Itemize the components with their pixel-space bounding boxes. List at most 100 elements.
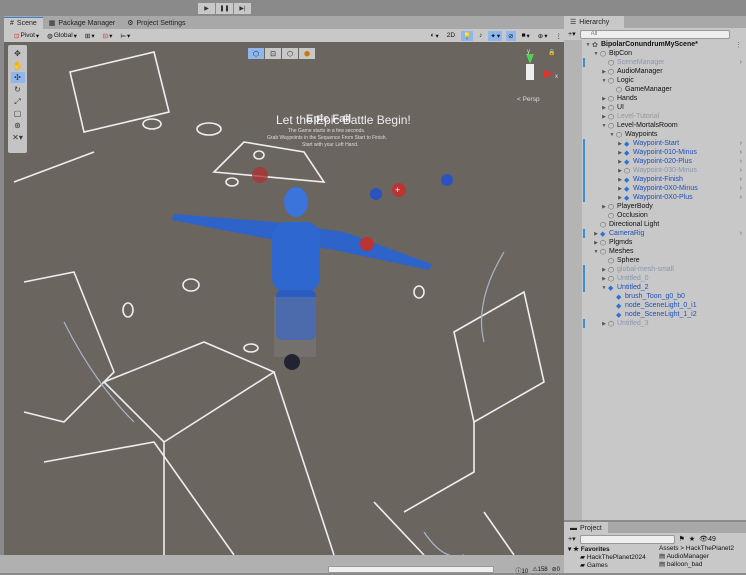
orientation-gizmo[interactable]: y x 🔒 <box>526 48 558 80</box>
hierarchy-item[interactable]: ▶ ⬡ Waypoint-030-Minus › <box>564 166 746 175</box>
gizmos-dropdown[interactable]: ⊕ ▾ <box>536 31 550 41</box>
expand-arrow-icon[interactable]: ▶ <box>600 267 608 273</box>
expand-arrow-icon[interactable]: ▶ <box>600 276 608 282</box>
tab-scene[interactable]: # Scene <box>4 17 43 29</box>
hierarchy-item[interactable]: ▶ ⬡ Untitled_3 <box>564 319 746 328</box>
hierarchy-item[interactable]: ▼ ⬡ Level-MortalsRoom <box>564 121 746 130</box>
hierarchy-item[interactable]: ▶ ⬡ Hands <box>564 94 746 103</box>
scene-view[interactable]: + Let the Epic Battle Begin! Epic Fail T… <box>4 42 564 555</box>
star-icon[interactable]: ★ <box>689 535 695 543</box>
custom-tool-icon[interactable]: ✕▾ <box>11 132 25 143</box>
expand-arrow-icon[interactable]: ▶ <box>600 69 608 75</box>
chevron-right-icon[interactable]: › <box>740 176 742 183</box>
draw-mode-dropdown[interactable]: ◐ ▾ <box>429 31 441 41</box>
hierarchy-item[interactable]: ⬡ Occlusion <box>564 211 746 220</box>
hierarchy-item[interactable]: ▶ ⬡ Level-Tutorial <box>564 112 746 121</box>
add-button[interactable]: +▾ <box>568 535 576 543</box>
hierarchy-item[interactable]: ▶ ◆ Waypoint-0X0-Plus › <box>564 193 746 202</box>
asset-item[interactable]: ▤ balloon_bad <box>659 560 734 568</box>
expand-arrow-icon[interactable]: ▶ <box>592 231 600 237</box>
bounds-tool-icon[interactable]: ⊡ <box>265 48 281 59</box>
hierarchy-item[interactable]: ⬡ SceneManager › <box>564 58 746 67</box>
hand-tool-icon[interactable]: ✋ <box>11 60 25 71</box>
step-button[interactable]: ▶| <box>234 3 251 14</box>
mesh-tool-icon[interactable]: ⬡ <box>282 48 298 59</box>
hierarchy-item[interactable]: ▶ ⬡ Untitled_0 <box>564 274 746 283</box>
hierarchy-item[interactable]: ▼ ⬡ BipCon <box>564 49 746 58</box>
hierarchy-search-input[interactable] <box>579 29 730 39</box>
expand-arrow-icon[interactable]: ▼ <box>592 249 600 255</box>
hierarchy-item[interactable]: ▼ ◆ Untitled_2 <box>564 283 746 292</box>
add-button[interactable]: +▾ <box>568 30 576 38</box>
chevron-right-icon[interactable]: › <box>740 185 742 192</box>
tab-package-manager[interactable]: ▦ Package Manager <box>43 17 121 29</box>
toggle-2d-button[interactable]: 2D <box>445 31 457 41</box>
hierarchy-item[interactable]: ▶ ◆ Waypoint-020-Plus › <box>564 157 746 166</box>
grid-snap-dropdown[interactable]: ⊞ ▾ <box>83 31 97 41</box>
hierarchy-item[interactable]: ▶ ◆ Waypoint-010-Minus › <box>564 148 746 157</box>
expand-arrow-icon[interactable]: ▶ <box>616 195 624 201</box>
chevron-right-icon[interactable]: › <box>740 158 742 165</box>
chevron-right-icon[interactable]: › <box>740 140 742 147</box>
scale-tool-icon[interactable]: ⤢ <box>11 96 25 107</box>
camera-dropdown[interactable]: ■ ▾ <box>520 31 532 41</box>
expand-arrow-icon[interactable]: ▼ <box>608 132 616 138</box>
hierarchy-item[interactable]: ▶ ⬡ AudioManager <box>564 67 746 76</box>
favorite-item[interactable]: ▰ HackThePlanet2024 <box>568 553 659 561</box>
align-dropdown[interactable]: ⊨ ▾ <box>118 31 132 41</box>
hierarchy-item[interactable]: ▶ ◆ CameraRig › <box>564 229 746 238</box>
more-menu[interactable]: ⋮ <box>554 31 565 41</box>
expand-arrow-icon[interactable]: ▶ <box>616 186 624 192</box>
hierarchy-item[interactable]: ◆ node_SceneLight_0_i1 <box>564 301 746 310</box>
hierarchy-item[interactable]: ▼ ⬡ Logic <box>564 76 746 85</box>
hierarchy-item[interactable]: ▶ ⬡ Plgmds <box>564 238 746 247</box>
expand-arrow-icon[interactable]: ▶ <box>616 141 624 147</box>
lock-icon[interactable]: 🔒 <box>548 48 555 56</box>
hierarchy-item[interactable]: ▼ ⬡ Waypoints <box>564 130 746 139</box>
tab-project-settings[interactable]: ⚙ Project Settings <box>121 17 191 29</box>
expand-arrow-icon[interactable]: ▼ <box>600 285 608 291</box>
rect-tool-icon[interactable]: ▢ <box>11 108 25 119</box>
visibility-toggle[interactable]: ⊘ <box>506 30 516 41</box>
rotate-tool-icon[interactable]: ↻ <box>11 84 25 95</box>
hierarchy-item[interactable]: ▶ ◆ Waypoint-Start › <box>564 139 746 148</box>
play-button[interactable]: ▶ <box>198 3 215 14</box>
increment-snap-dropdown[interactable]: ⊟ ▾ <box>101 31 115 41</box>
expand-arrow-icon[interactable]: ▶ <box>616 177 624 183</box>
info-count[interactable]: ⓘ10 <box>516 566 529 575</box>
global-dropdown[interactable]: ◍ Global ▾ <box>45 31 79 41</box>
hierarchy-item[interactable]: ⬡ GameManager <box>564 85 746 94</box>
chevron-right-icon[interactable]: › <box>740 194 742 201</box>
tab-hierarchy[interactable]: ☰ Hierarchy <box>564 16 624 28</box>
expand-arrow-icon[interactable]: ▶ <box>616 168 624 174</box>
hierarchy-item[interactable]: ◆ brush_Toon_g0_b0 <box>564 292 746 301</box>
expand-arrow-icon[interactable]: ▼ <box>592 51 600 57</box>
hierarchy-item[interactable]: ⬡ Sphere <box>564 256 746 265</box>
lighting-toggle[interactable]: 💡 <box>461 30 474 41</box>
expand-arrow-icon[interactable]: ▼ <box>600 123 608 129</box>
view-tool-icon[interactable]: ✥ <box>11 48 25 59</box>
hierarchy-item[interactable]: ▼ ⬡ Meshes <box>564 247 746 256</box>
color-tool-icon[interactable]: ⬢ <box>299 48 315 59</box>
hierarchy-item[interactable]: ⬡ Directional Light <box>564 220 746 229</box>
expand-arrow-icon[interactable]: ▶ <box>600 105 608 111</box>
project-search-input[interactable] <box>579 534 675 544</box>
pause-button[interactable]: ❚❚ <box>216 3 233 14</box>
chevron-right-icon[interactable]: › <box>740 59 742 66</box>
console-search-input[interactable] <box>328 566 494 573</box>
hierarchy-item[interactable]: ▶ ⬡ global-mesh-small <box>564 265 746 274</box>
expand-arrow-icon[interactable]: ▶ <box>616 150 624 156</box>
expand-arrow-icon[interactable]: ▶ <box>616 159 624 165</box>
transform-tool-icon[interactable]: ⊛ <box>11 120 25 131</box>
hierarchy-item[interactable]: ▶ ⬡ UI <box>564 103 746 112</box>
asset-item[interactable]: ▤ AudioManager <box>659 552 734 560</box>
more-menu[interactable]: ⋮ <box>735 41 742 49</box>
warning-count[interactable]: ⚠158 <box>532 566 547 575</box>
projection-label[interactable]: < Persp <box>517 96 540 103</box>
pivot-dropdown[interactable]: ⊡ Pivot ▾ <box>12 31 41 41</box>
hierarchy-item[interactable]: ▼ ✿ BipolarConundrumMyScene* ⋮ <box>564 40 746 49</box>
favorite-item[interactable]: ▰ Games <box>568 561 659 569</box>
asset-breadcrumb[interactable]: Assets > HackThePlanet2 <box>659 545 734 552</box>
effects-dropdown[interactable]: ✦ ▾ <box>488 30 503 41</box>
expand-arrow-icon[interactable]: ▼ <box>600 78 608 84</box>
